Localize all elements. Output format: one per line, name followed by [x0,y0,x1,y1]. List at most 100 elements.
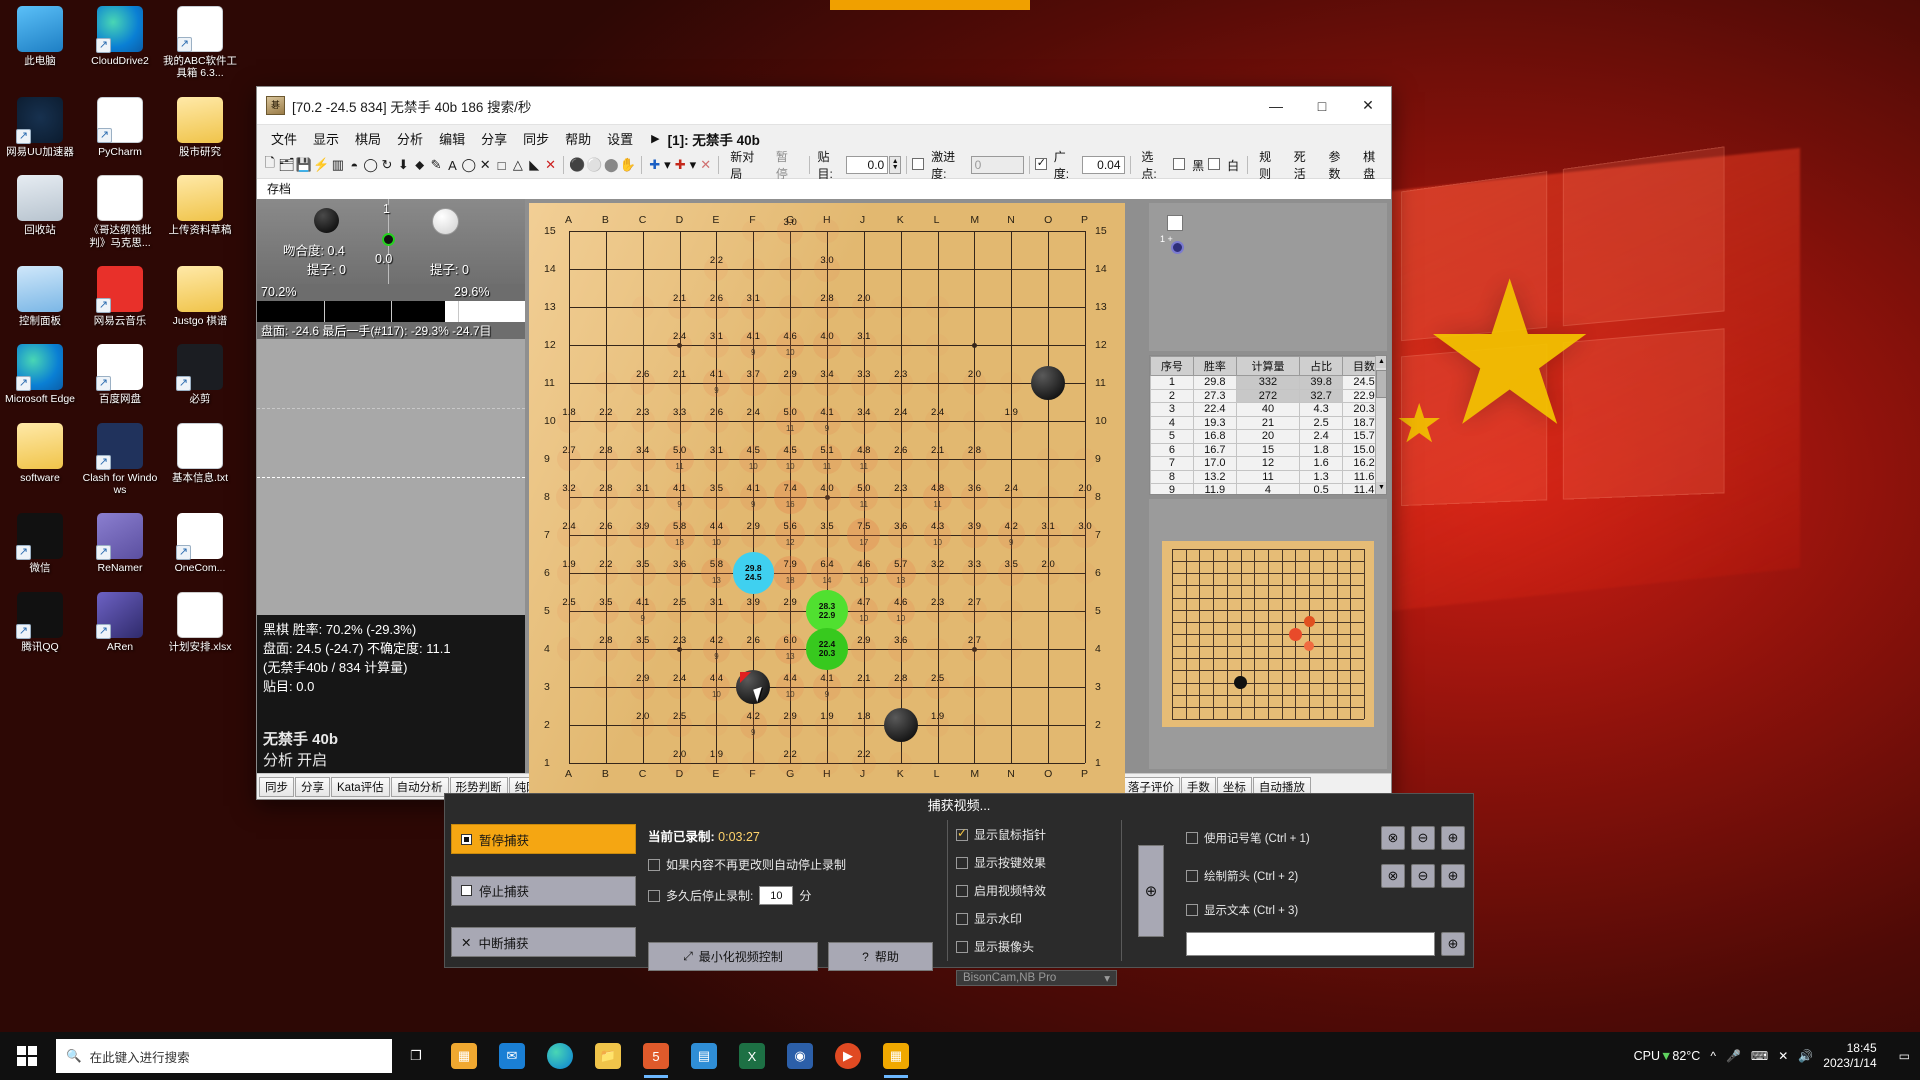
capture-option-2[interactable]: 启用视频特效 [956,882,1117,899]
board-stone-b[interactable] [1031,366,1066,400]
scroll-down-arrow-icon[interactable]: ▼ [1376,482,1386,494]
capture-option-4[interactable]: 显示摄像头 [956,938,1117,955]
aggressive-checkbox[interactable] [912,157,927,173]
winrate-graph[interactable] [257,339,525,615]
table-row[interactable]: 1 29.8 332 39.8 24.5 [1150,375,1386,390]
desktop-icon-22[interactable]: ↗ ARen [81,591,159,653]
annotation-text-add-button[interactable]: ⊕ [1441,932,1465,956]
marker-icon[interactable]: ◣ [527,155,542,175]
duration-input[interactable]: 10 [759,886,794,905]
capture-option-1[interactable]: 显示按键效果 [956,854,1117,871]
capture-option-checkbox[interactable] [956,826,968,841]
stone-tool-icon[interactable]: ◓ [347,155,362,175]
desktop-icon-17[interactable]: 基本信息.txt [161,422,239,497]
menu-item-3[interactable]: 分析 [389,126,431,151]
board-candidate-move[interactable]: 29.8 24.5 [732,552,774,594]
duration-checkbox[interactable] [648,889,660,902]
open-recent-icon[interactable]: 🗂 [278,155,295,175]
spin-down-icon[interactable]: ▼ [892,164,899,171]
stats-icon[interactable]: ▥ [330,155,345,175]
camera-device-select[interactable]: BisonCam,NB Pro ▾ [956,970,1117,986]
menu-item-1[interactable]: 显示 [305,126,347,151]
tool-increase-button[interactable]: ⊕ [1441,864,1465,888]
white-checkbox[interactable] [1208,157,1223,173]
desktop-icon-23[interactable]: 计划安排.xlsx [161,591,239,653]
desktop-icon-12[interactable]: ↗ Microsoft Edge [1,344,79,405]
taskbar-store[interactable]: ▦ [440,1032,488,1080]
tray-network-icon[interactable]: ⌨ [1751,1049,1768,1063]
bottom-button-3[interactable]: 自动分析 [390,776,449,797]
capture-option-0[interactable]: 显示鼠标指针 [956,826,1117,843]
desktop-icon-1[interactable]: ↗ CloudDrive2 [81,6,159,80]
aggressive-input[interactable]: 0 [970,156,1024,174]
board-candidate-move[interactable]: 28.3 22.9 [806,590,848,632]
table-scrollbar[interactable]: ▲ ▼ [1375,356,1386,494]
desktop-icon-2[interactable]: ↗ 我的ABC软件工具箱 6.3... [161,6,239,80]
taskbar-excel[interactable]: X [728,1032,776,1080]
tool-increase-button[interactable]: ⊕ [1441,826,1465,850]
go-board[interactable]: A A B B C C D D E E F F G G H H J J K K L L M M N N O O P P 15 15 14 14 13… [529,203,1125,793]
desktop-icon-21[interactable]: ↗ 腾讯QQ [1,591,79,653]
red-dropdown-icon[interactable]: ▾ [689,155,697,175]
taskbar-clock[interactable]: 18:45 2023/1/14 [1823,1041,1888,1071]
table-row[interactable]: 2 27.3 272 32.7 22.9 [1150,388,1386,403]
tool-clear-button[interactable]: ⊗ [1381,826,1405,850]
bottom-button-0[interactable]: 同步 [259,776,294,797]
mini-board-container[interactable] [1149,499,1387,769]
tool-decrease-button[interactable]: ⊖ [1411,826,1435,850]
archive-bar[interactable]: 存档 [257,179,1391,199]
menu-item-7[interactable]: 帮助 [557,126,599,151]
text-tool-icon[interactable]: A [445,155,460,175]
taskbar-explorer[interactable]: 📁 [584,1032,632,1080]
desktop-icon-7[interactable]: 《哥达纲领批判》马克思... [81,175,159,249]
quick-icon[interactable]: ⚡ [313,155,329,175]
tray-volume-icon[interactable]: 🔊 [1798,1049,1813,1063]
notification-center-icon[interactable]: ▭ [1899,1049,1910,1063]
desktop-icon-9[interactable]: 控制面板 [1,265,79,327]
desktop-icon-16[interactable]: ↗ Clash for Windows [81,422,159,497]
desktop-icon-14[interactable]: ↗ 必剪 [161,344,239,405]
close-button[interactable]: ✕ [1345,87,1391,125]
desktop-icon-18[interactable]: ↗ 微信 [1,513,79,574]
mini-board[interactable] [1162,541,1374,727]
capture-option-checkbox[interactable] [956,856,968,869]
expand-options-button[interactable]: ⊕ [1138,844,1164,937]
desktop-icon-20[interactable]: ↗ OneCom... [161,513,239,574]
pen-icon[interactable]: ✎ [428,155,443,175]
maximize-button[interactable]: □ [1299,87,1345,125]
menu-item-6[interactable]: 同步 [515,126,557,151]
triangle-icon[interactable]: △ [510,155,525,175]
desktop-icon-19[interactable]: ↗ ReNamer [81,513,159,574]
menu-item-5[interactable]: 分享 [473,126,515,151]
table-row[interactable]: 8 13.2 11 1.3 11.6 [1150,469,1386,484]
black-checkbox[interactable] [1173,157,1188,173]
desktop-icon-13[interactable]: ↗ 百度网盘 [81,344,159,405]
taskbar-capture-app[interactable]: ▦ [872,1032,920,1080]
hand-icon[interactable]: ✋ [620,155,636,175]
menu-item-4[interactable]: 编辑 [431,126,473,151]
desktop-icon-11[interactable]: Justgo 棋谱 [161,265,239,327]
desktop-icon-10[interactable]: ↗ 网易云音乐 [81,265,159,327]
new-file-icon[interactable]: 🗋 [262,155,277,175]
tray-up-arrow-icon[interactable]: ^ [1710,1049,1716,1063]
start-button[interactable] [0,1032,54,1080]
komi-input[interactable]: 0.0 [846,156,889,174]
annotation-tool-checkbox[interactable] [1186,870,1198,882]
shape-circle-icon[interactable]: ◯ [461,155,477,175]
desktop-icon-8[interactable]: 上传资料草稿 [161,175,239,249]
black-stone-btn-icon[interactable]: ⚫ [569,155,585,175]
clear-cross-icon[interactable]: ✕ [698,155,713,175]
taskbar-browser2[interactable]: ◉ [776,1032,824,1080]
save-icon[interactable]: 💾 [296,155,312,175]
desktop-icon-15[interactable]: software [1,422,79,497]
taskbar-terminal[interactable]: ▤ [680,1032,728,1080]
width-input[interactable]: 0.04 [1082,156,1125,174]
capture-option-checkbox[interactable] [956,912,968,925]
table-row[interactable]: 3 22.4 40 4.3 20.3 [1150,402,1386,417]
desktop-icon-0[interactable]: 此电脑 [1,6,79,80]
minimize-controls-button[interactable]: ⤢ 最小化视频控制 [648,942,818,971]
blue-cross-icon[interactable]: ✚ [647,155,662,175]
table-row[interactable]: 6 16.7 15 1.8 15.0 [1150,442,1386,457]
table-row[interactable]: 9 11.9 4 0.5 11.4 [1150,483,1386,494]
clear-x-icon[interactable]: ✕ [477,155,492,175]
